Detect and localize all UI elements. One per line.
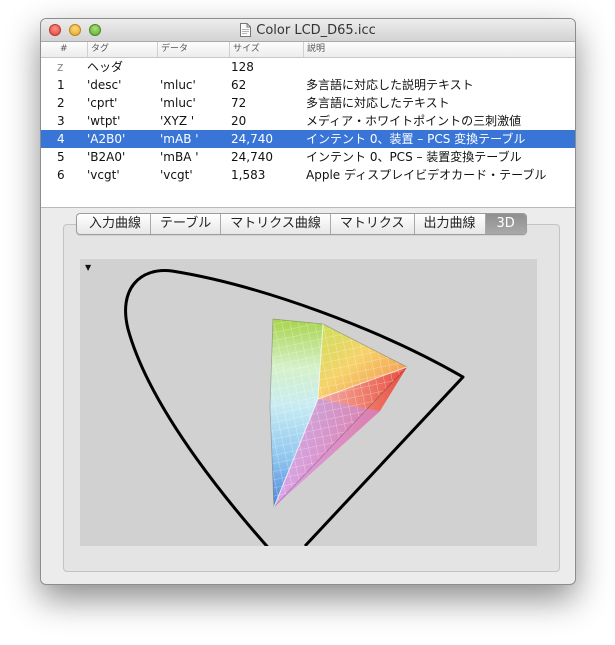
row-tag: ヘッダ [87, 60, 124, 74]
row-tag: 'wtpt' [87, 114, 121, 128]
table-row[interactable]: 3 'wtpt' 'XYZ ' 20 メディア・ホワイトポイントの三刺激値 [41, 112, 575, 130]
tab-4[interactable]: 出力曲線 [413, 214, 485, 234]
tab-bar: 入力曲線 テーブル マトリクス曲線 マトリクス 出力曲線 3D [76, 213, 527, 235]
table-header: # タグ データ サイズ 説明 [41, 42, 575, 58]
row-data-type: 'mluc' [160, 96, 196, 110]
row-number: 5 [57, 150, 65, 164]
row-data-type [160, 58, 228, 76]
row-description: Apple ディスプレイビデオカード・テーブル [306, 168, 547, 182]
row-tag: 'desc' [87, 78, 122, 92]
tab-2[interactable]: マトリクス曲線 [220, 214, 330, 234]
profile-window: Color LCD_D65.icc # タグ データ サイズ 説明 z ヘッダ 12… [40, 18, 576, 585]
row-size: 62 [231, 78, 247, 92]
row-size: 20 [231, 114, 247, 128]
table-row[interactable]: 5 'B2A0' 'mBA ' 24,740 インテント 0、PCS – 装置変換テーブ… [41, 148, 575, 166]
row-number: 1 [57, 78, 65, 92]
row-description: 多言語に対応したテキスト [306, 96, 450, 110]
row-description: メディア・ホワイトポイントの三刺激値 [306, 114, 522, 128]
document-icon [240, 23, 252, 37]
row-data-type: 'mAB ' [160, 132, 199, 146]
gamut-plot-svg [124, 269, 465, 546]
tab-5[interactable]: 3D [484, 214, 526, 234]
row-data-type: 'XYZ ' [160, 114, 195, 128]
table-row[interactable]: 1 'desc' 'mluc' 62 多言語に対応した説明テキスト [41, 76, 575, 94]
table-row[interactable]: 6 'vcgt' 'vcgt' 1,583 Apple ディスプレイビデオカード・テーブ… [41, 166, 575, 184]
row-tag: 'A2B0' [87, 132, 126, 146]
row-number: z [57, 60, 64, 74]
title-bar[interactable]: Color LCD_D65.icc [41, 19, 575, 42]
table-body: z ヘッダ 128 1 'desc' 'mluc' 62 多言語に対応した説明テキスト 2 'cp… [41, 58, 575, 184]
row-number: 6 [57, 168, 65, 182]
column-header-number[interactable]: # [57, 42, 87, 57]
tab-1[interactable]: テーブル [150, 214, 220, 234]
row-tag: 'vcgt' [87, 168, 120, 182]
row-size: 24,740 [231, 150, 273, 164]
window-title: Color LCD_D65.icc [256, 22, 376, 38]
row-number: 3 [57, 114, 65, 128]
gamut-solid [269, 318, 408, 508]
column-header-size[interactable]: サイズ [229, 42, 303, 57]
row-number: 2 [57, 96, 65, 110]
row-tag: 'B2A0' [87, 150, 126, 164]
table-row[interactable]: 4 'A2B0' 'mAB ' 24,740 インテント 0、装置 – PCS 変換テー… [41, 130, 575, 148]
row-description: インテント 0、装置 – PCS 変換テーブル [306, 132, 526, 146]
column-header-description[interactable]: 説明 [303, 42, 575, 57]
row-number: 4 [57, 132, 65, 146]
tag-table[interactable]: # タグ データ サイズ 説明 z ヘッダ 128 1'desc''mluc' 62 多言… [41, 42, 575, 230]
window-title-group: Color LCD_D65.icc [41, 19, 575, 41]
row-data-type: 'mluc' [160, 78, 196, 92]
row-data-type: 'vcgt' [160, 168, 193, 182]
table-row[interactable]: z ヘッダ 128 [41, 58, 575, 76]
disclosure-triangle-icon[interactable]: ▼ [85, 263, 91, 272]
row-description: インテント 0、PCS – 装置変換テーブル [306, 150, 522, 164]
table-row[interactable]: 2 'cprt' 'mluc' 72 多言語に対応したテキスト [41, 94, 575, 112]
gamut-3d-view[interactable]: ▼ [80, 259, 537, 546]
column-header-tag[interactable]: タグ [87, 42, 157, 57]
tab-0[interactable]: 入力曲線 [77, 214, 150, 234]
row-size: 72 [231, 96, 247, 110]
row-size: 1,583 [231, 168, 266, 182]
row-description [306, 58, 571, 76]
row-data-type: 'mBA ' [160, 150, 199, 164]
row-tag: 'cprt' [87, 96, 118, 110]
row-size: 24,740 [231, 132, 273, 146]
row-description: 多言語に対応した説明テキスト [306, 78, 474, 92]
row-size: 128 [231, 60, 254, 74]
tab-3[interactable]: マトリクス [329, 214, 414, 234]
column-header-data[interactable]: データ [157, 42, 229, 57]
